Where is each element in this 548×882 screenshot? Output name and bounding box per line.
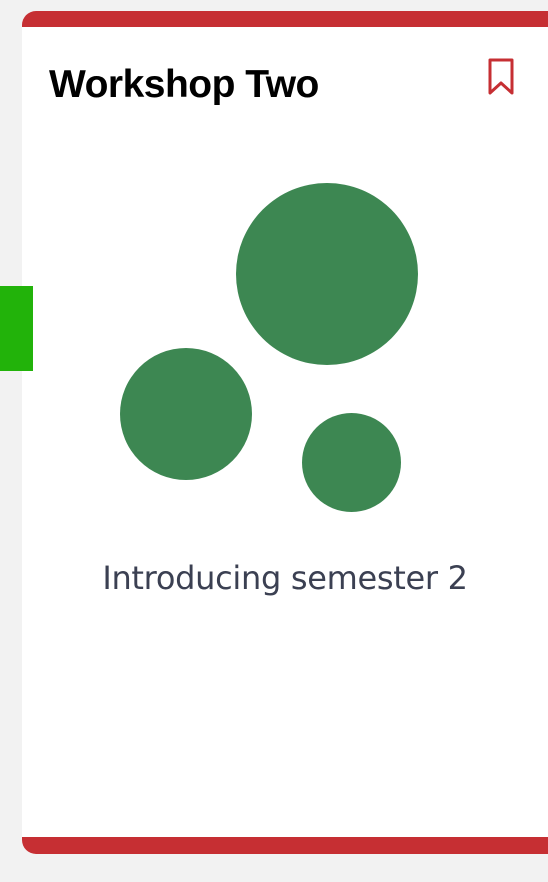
card-bottom-accent-bar <box>22 837 548 854</box>
circles-illustration <box>22 11 548 854</box>
card-top-accent-bar <box>22 11 548 27</box>
small-circle-shape <box>302 413 401 512</box>
medium-circle-shape <box>120 348 252 480</box>
card-subtitle: Introducing semester 2 <box>102 559 468 597</box>
bookmark-button[interactable] <box>484 57 518 97</box>
large-circle-shape <box>236 183 418 365</box>
card-title: Workshop Two <box>49 63 319 106</box>
side-tab[interactable] <box>0 286 33 371</box>
workshop-card[interactable]: Workshop Two Introducing semester 2 <box>22 11 548 854</box>
bookmark-icon <box>488 58 514 95</box>
